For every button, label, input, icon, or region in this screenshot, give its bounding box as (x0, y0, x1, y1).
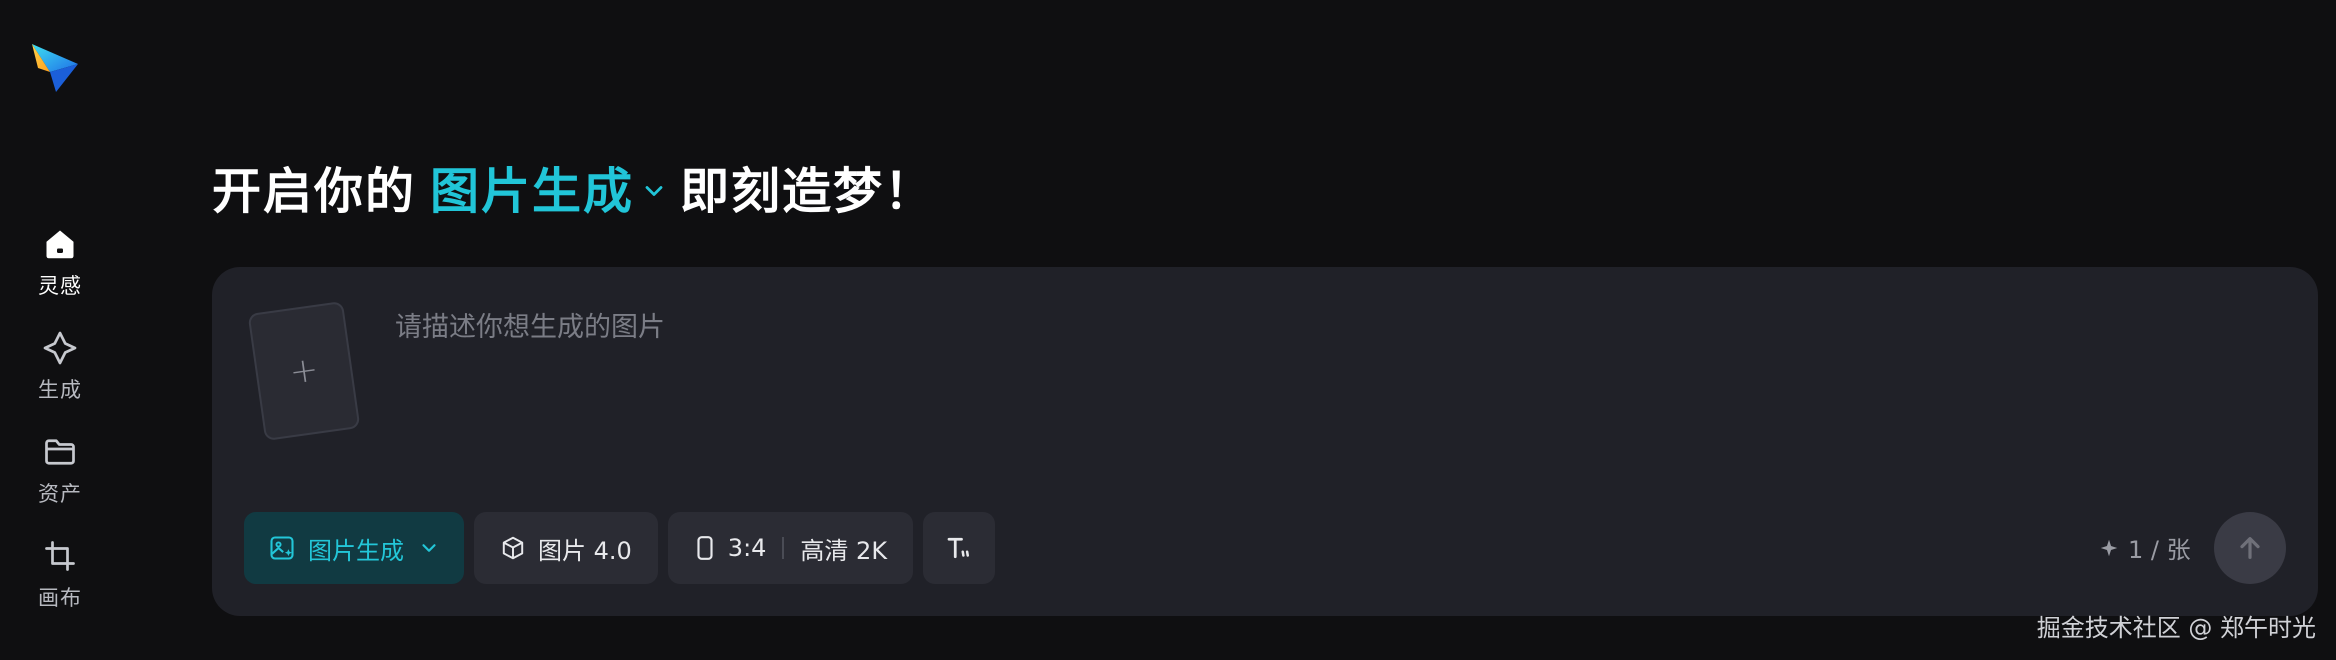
chip-divider (782, 537, 785, 559)
model-label: 图片 4.0 (538, 536, 632, 565)
sidebar: 灵感 生成 资产 画布 (0, 0, 120, 660)
aspect-ratio-label: 3:4 (727, 534, 767, 562)
ratio-quality-selector[interactable]: 3:4 高清 2K (667, 512, 914, 584)
sidebar-item-label: 生成 (38, 378, 82, 402)
credit-cost: 1 / 张 (2098, 530, 2191, 565)
crop-icon (40, 536, 80, 576)
reference-image-upload[interactable]: + (247, 300, 361, 442)
composer-toolbar: 图片生成 图片 4.0 3:4 高清 2K (244, 512, 996, 584)
generation-mode-label: 图片生成 (308, 536, 404, 565)
sidebar-item-canvas[interactable]: 画布 (0, 528, 120, 632)
home-icon (40, 224, 80, 264)
paper-plane-logo-icon[interactable] (28, 38, 86, 96)
quality-label: 高清 2K (800, 536, 888, 565)
cube-icon (500, 535, 526, 561)
generation-mode-dropdown[interactable]: 图片生成 (244, 512, 464, 584)
sidebar-item-assets[interactable]: 资产 (0, 424, 120, 528)
text-format-icon (944, 533, 974, 563)
prompt-composer: + 图片生成 图片 4.0 (212, 267, 2318, 616)
sidebar-item-label: 资产 (38, 482, 82, 506)
arrow-up-icon (2234, 532, 2266, 564)
title-mode-selector[interactable]: 图片生成 (430, 152, 634, 223)
sidebar-item-inspiration[interactable]: 灵感 (0, 216, 120, 320)
image-gen-icon (268, 534, 296, 562)
send-button[interactable] (2214, 512, 2286, 584)
app-root: 灵感 生成 资产 画布 开启你的 图片生成 即刻造梦！ + 请描述你想生成的图片… (0, 0, 2336, 660)
aspect-ratio-icon (694, 535, 716, 561)
sidebar-item-label: 画布 (38, 586, 82, 610)
folder-icon (40, 432, 80, 472)
chevron-down-icon (418, 537, 440, 559)
sparkle-icon (2098, 537, 2120, 559)
sparkle-diamond-icon (40, 328, 80, 368)
model-selector[interactable]: 图片 4.0 (474, 512, 658, 584)
chevron-down-icon[interactable] (640, 177, 668, 205)
plus-icon: + (287, 349, 321, 393)
text-format-button[interactable] (923, 512, 996, 584)
sidebar-item-generate[interactable]: 生成 (0, 320, 120, 424)
sidebar-nav: 灵感 生成 资产 画布 (0, 216, 120, 632)
page-title: 开启你的 图片生成 即刻造梦！ (212, 152, 935, 223)
title-prefix: 开启你的 (212, 163, 417, 220)
prompt-input[interactable] (395, 305, 2195, 385)
credit-label: 1 / 张 (2128, 536, 2191, 564)
watermark-text: 掘金技术社区 @ 郑午时光 (2036, 614, 2316, 642)
title-suffix: 即刻造梦！ (680, 163, 936, 220)
sidebar-item-label: 灵感 (38, 274, 82, 298)
